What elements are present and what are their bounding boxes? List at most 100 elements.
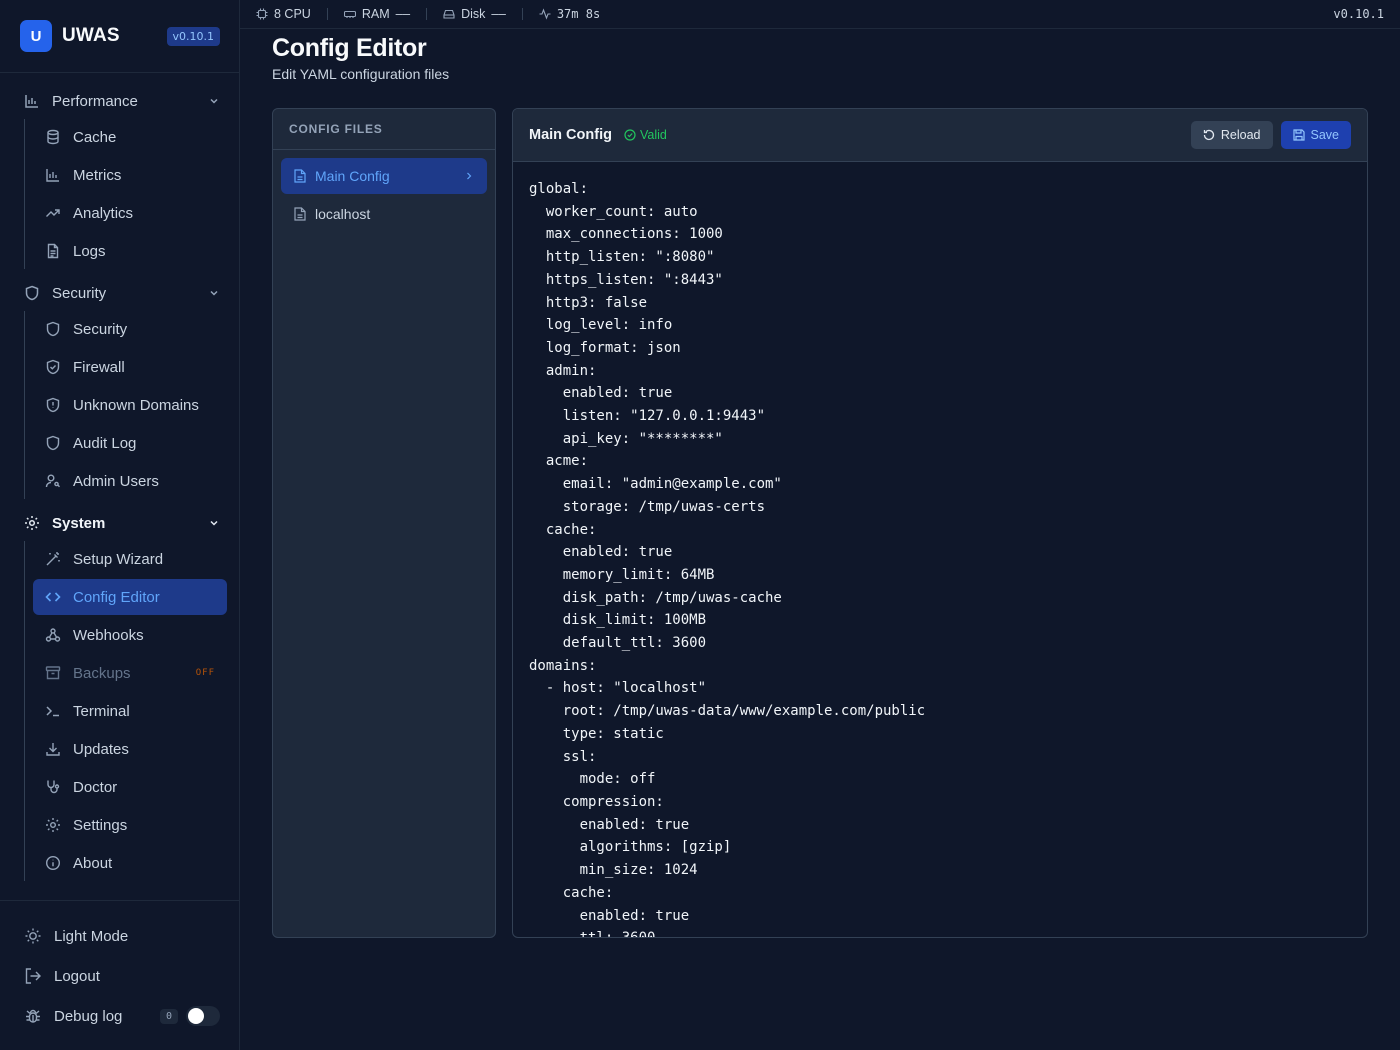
editor-title: Main Config <box>529 127 612 143</box>
divider <box>521 8 523 20</box>
download-icon <box>45 741 61 757</box>
bug-icon <box>24 1007 42 1025</box>
sidebar-item-analytics[interactable]: Analytics <box>33 195 227 231</box>
file-item-main-config[interactable]: Main Config <box>281 158 487 194</box>
sidebar-divider <box>0 900 239 901</box>
sidebar-item-doctor[interactable]: Doctor <box>33 769 227 805</box>
sidebar-item-label: Cache <box>73 128 117 146</box>
light-mode-button[interactable]: Light Mode <box>24 924 220 948</box>
chevron-down-icon <box>210 520 218 526</box>
file-item-localhost[interactable]: localhost <box>281 196 487 232</box>
sidebar-item-about[interactable]: About <box>33 845 227 881</box>
toggle-knob <box>188 1008 204 1024</box>
disk-stat: Disk —— <box>443 7 506 21</box>
sidebar-item-backups[interactable]: Backups OFF <box>33 655 227 691</box>
sidebar-item-setup-wizard[interactable]: Setup Wizard <box>33 541 227 577</box>
hard-drive-icon <box>443 8 455 20</box>
brand: U UWAS v0.10.1 <box>20 20 220 52</box>
save-label: Save <box>1310 128 1340 142</box>
sidebar-item-config-editor[interactable]: Config Editor <box>33 579 227 615</box>
sidebar-item-terminal[interactable]: Terminal <box>33 693 227 729</box>
disk-value: —— <box>491 7 506 21</box>
reload-button[interactable]: Reload <box>1190 121 1273 149</box>
trending-up-icon <box>45 205 61 221</box>
webhook-icon <box>45 627 61 643</box>
sidebar-item-label: Setup Wizard <box>73 550 164 568</box>
group-label: Performance <box>52 92 138 110</box>
sidebar-item-logs[interactable]: Logs <box>33 233 227 269</box>
version-label: v0.10.1 <box>1333 7 1384 21</box>
config-files-panel: CONFIG FILES Main Config localhost <box>272 108 496 938</box>
light-mode-label: Light Mode <box>54 927 129 945</box>
disk-label: Disk <box>461 7 486 21</box>
sidebar-item-firewall[interactable]: Firewall <box>33 349 227 385</box>
file-name: Main Config <box>315 168 390 184</box>
uptime-stat: 37m 8s <box>539 7 600 21</box>
tree-line <box>24 119 25 269</box>
tree-line <box>24 311 25 499</box>
sidebar-item-label: Backups <box>73 664 131 682</box>
shield-icon <box>45 321 61 337</box>
shield-alert-icon <box>45 397 61 413</box>
check-circle-icon <box>624 129 636 141</box>
sidebar-item-label: Updates <box>73 740 129 758</box>
group-label: System <box>52 514 106 532</box>
sidebar-item-label: Analytics <box>73 204 134 222</box>
divider <box>326 8 328 20</box>
sidebar-item-label: Webhooks <box>73 626 144 644</box>
sidebar-item-security[interactable]: Security <box>33 311 227 347</box>
gear-icon <box>24 515 40 531</box>
debug-log-label: Debug log <box>54 1007 123 1025</box>
sidebar-item-cache[interactable]: Cache <box>33 119 227 155</box>
save-icon <box>1292 129 1305 141</box>
debug-log-row: Debug log 0 <box>24 1004 220 1028</box>
group-label: Security <box>52 284 107 302</box>
group-performance[interactable]: Performance <box>24 89 220 113</box>
ram-label: RAM <box>361 7 390 21</box>
sidebar-item-label: Logs <box>73 242 106 260</box>
sidebar-item-label: Terminal <box>73 702 130 720</box>
group-system[interactable]: System <box>24 511 220 535</box>
page-title: Config Editor <box>272 34 427 62</box>
save-button[interactable]: Save <box>1280 121 1351 149</box>
bar-chart-icon <box>45 167 61 183</box>
sidebar-item-label: Audit Log <box>73 434 137 452</box>
sidebar: U UWAS v0.10.1 Performance Cache Metrics… <box>0 0 240 1050</box>
sidebar-item-updates[interactable]: Updates <box>33 731 227 767</box>
sidebar-item-settings[interactable]: Settings <box>33 807 227 843</box>
debug-log-toggle[interactable] <box>186 1006 220 1026</box>
activity-icon <box>539 8 551 20</box>
sidebar-item-label: Admin Users <box>73 472 159 490</box>
gear-icon <box>45 817 61 833</box>
chevron-right-icon <box>467 172 472 180</box>
sidebar-item-label: Settings <box>73 816 128 834</box>
sidebar-item-admin-users[interactable]: Admin Users <box>33 463 227 499</box>
file-text-icon <box>45 243 61 259</box>
database-icon <box>45 129 61 145</box>
uptime-value: 37m 8s <box>556 7 601 21</box>
editor-panel: Main Config Valid Reload Save global: wo… <box>512 108 1368 938</box>
sun-icon <box>24 927 42 945</box>
terminal-icon <box>45 703 61 719</box>
group-security[interactable]: Security <box>24 281 220 305</box>
refresh-icon <box>1203 129 1215 141</box>
debug-count-badge: 0 <box>159 1008 178 1024</box>
file-icon <box>294 207 306 221</box>
memory-icon <box>343 8 356 20</box>
sidebar-item-label: Security <box>73 320 128 338</box>
status-bar: 8 CPU RAM —— Disk —— 37m 8s v0.10.1 <box>240 0 1400 29</box>
bar-chart-icon <box>24 93 40 109</box>
sidebar-item-audit-log[interactable]: Audit Log <box>33 425 227 461</box>
off-badge: OFF <box>195 668 215 678</box>
logout-button[interactable]: Logout <box>24 964 220 988</box>
yaml-editor[interactable]: global: worker_count: auto max_connectio… <box>529 178 1349 937</box>
cpu-value: 8 CPU <box>274 7 311 21</box>
sidebar-item-label: Unknown Domains <box>73 396 199 414</box>
sidebar-item-webhooks[interactable]: Webhooks <box>33 617 227 653</box>
chevron-down-icon <box>210 98 218 104</box>
sidebar-item-unknown-domains[interactable]: Unknown Domains <box>33 387 227 423</box>
logout-label: Logout <box>54 967 100 985</box>
sidebar-item-metrics[interactable]: Metrics <box>33 157 227 193</box>
sidebar-item-label: Firewall <box>73 358 125 376</box>
sidebar-divider <box>0 72 239 73</box>
